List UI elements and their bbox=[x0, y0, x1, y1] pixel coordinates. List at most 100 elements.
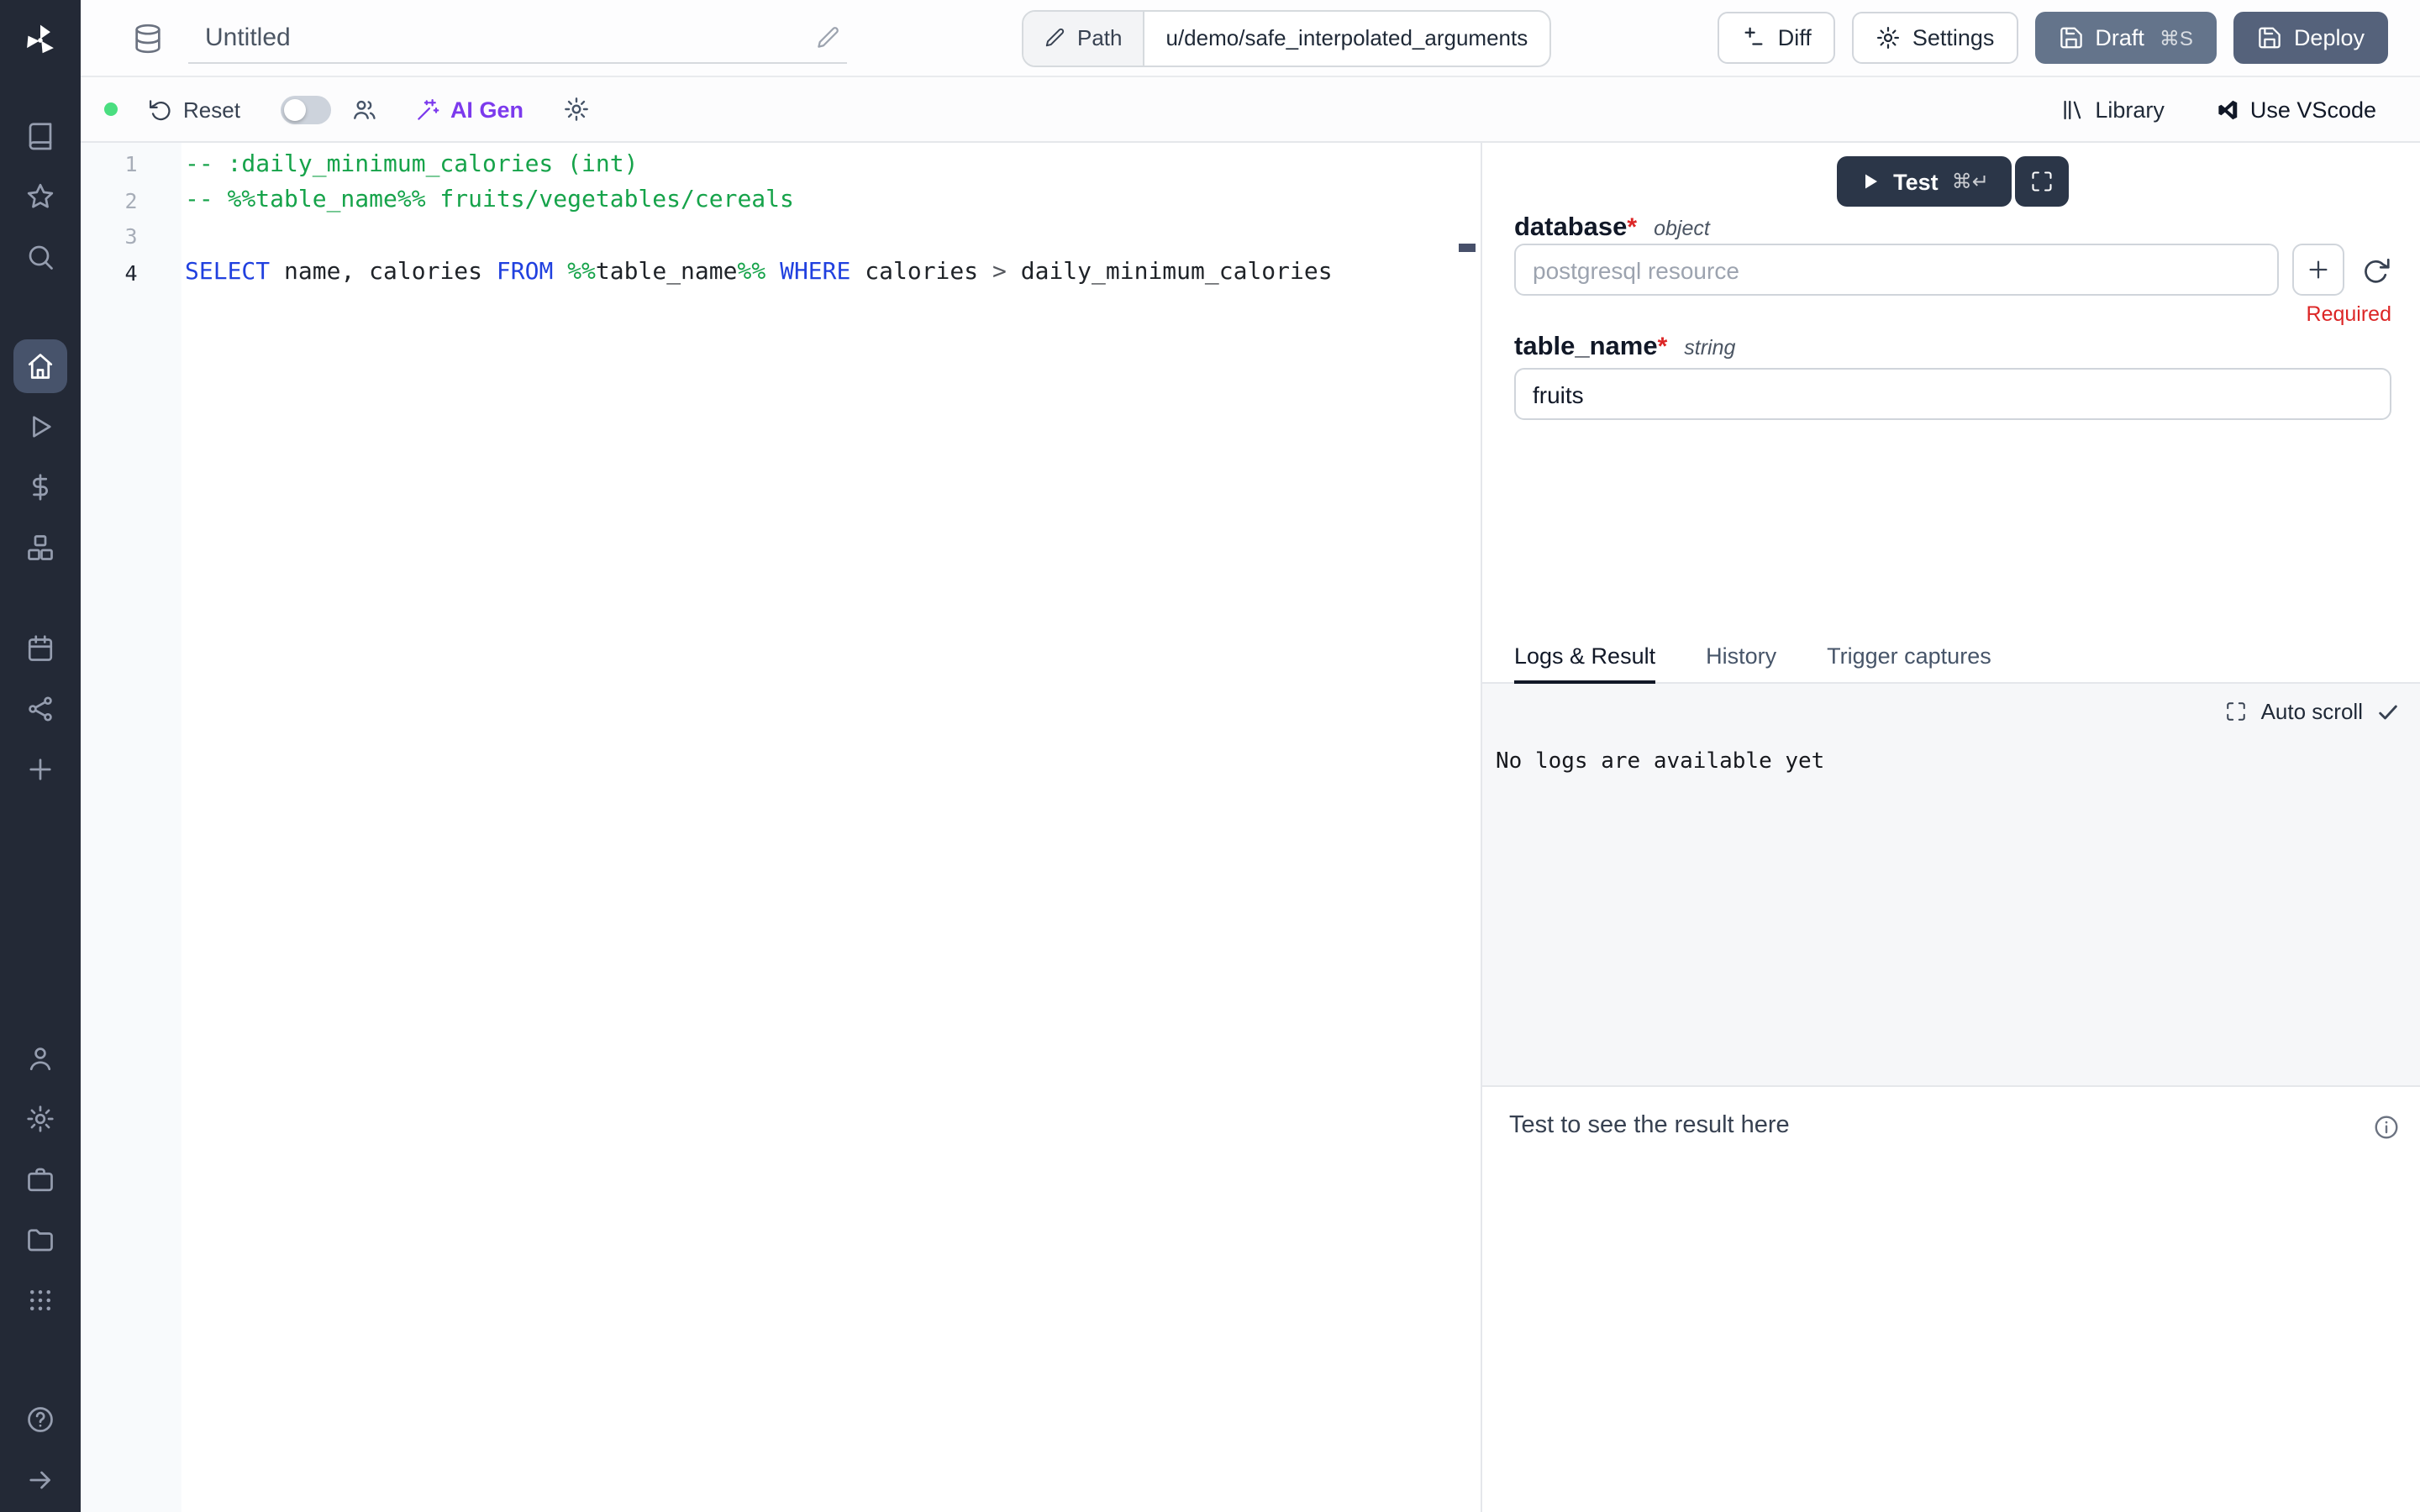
ai-gen-label: AI Gen bbox=[450, 97, 523, 122]
overview-ruler-marker bbox=[1459, 244, 1476, 252]
path-edit-button[interactable]: Path bbox=[1023, 11, 1144, 65]
library-icon bbox=[2060, 97, 2085, 122]
docs-icon bbox=[25, 121, 55, 151]
table-name-input[interactable] bbox=[1514, 368, 2391, 420]
diff-label: Diff bbox=[1778, 25, 1812, 50]
toggle-switch[interactable] bbox=[281, 95, 331, 123]
sidebar-item-add[interactable] bbox=[13, 743, 67, 796]
sidebar-item-runs[interactable] bbox=[13, 400, 67, 454]
sidebar-item-collapse[interactable] bbox=[13, 1453, 67, 1507]
code-line-4[interactable]: 4SELECT name, calories FROM %%table_name… bbox=[81, 255, 1481, 291]
content: 1-- :daily_minimum_calories (int)2-- %%t… bbox=[81, 143, 2420, 1512]
ai-gen-button[interactable]: AI Gen bbox=[415, 97, 523, 122]
sidebar bbox=[0, 0, 81, 1512]
windmill-logo[interactable] bbox=[13, 13, 67, 67]
use-vscode-label: Use VScode bbox=[2250, 97, 2376, 122]
edit-title-icon[interactable] bbox=[815, 24, 840, 50]
database-field-row bbox=[1514, 244, 2391, 296]
sidebar-group-2 bbox=[13, 622, 67, 796]
sidebar-item-user[interactable] bbox=[13, 1032, 67, 1085]
star-icon bbox=[25, 181, 55, 212]
code-editor[interactable]: 1-- :daily_minimum_calories (int)2-- %%t… bbox=[81, 143, 1481, 1512]
sidebar-item-variables[interactable] bbox=[13, 460, 67, 514]
editor-toolbar: Reset AI Gen bbox=[81, 77, 2420, 143]
sidebar-item-workers[interactable] bbox=[13, 1152, 67, 1206]
refresh-icon[interactable] bbox=[2361, 255, 2391, 285]
settings-icon bbox=[25, 1104, 55, 1134]
expand-logs-icon[interactable] bbox=[2226, 701, 2248, 722]
sidebar-item-search[interactable] bbox=[13, 230, 67, 284]
run-panel: Test ⌘↵ database* object bbox=[1481, 143, 2420, 1512]
info-icon[interactable] bbox=[2373, 1114, 2400, 1141]
code-line-3[interactable]: 3 bbox=[81, 218, 1481, 255]
sidebar-item-home[interactable] bbox=[13, 339, 67, 393]
check-icon[interactable] bbox=[2376, 700, 2400, 723]
result-area: Test to see the result here bbox=[1482, 1085, 2420, 1512]
draft-shortcut: ⌘S bbox=[2160, 26, 2193, 50]
library-button[interactable]: Library bbox=[2060, 97, 2165, 122]
use-vscode-button[interactable]: Use VScode bbox=[2215, 97, 2376, 122]
sidebar-item-flows[interactable] bbox=[13, 682, 67, 736]
collapse-icon bbox=[25, 1465, 55, 1495]
flows-icon bbox=[25, 694, 55, 724]
resources-icon bbox=[25, 533, 55, 563]
sidebar-item-folders[interactable] bbox=[13, 1213, 67, 1267]
page: Untitled Path u/demo/safe_interpolated_a… bbox=[0, 0, 2420, 1512]
script-title-field[interactable]: Untitled bbox=[188, 12, 847, 64]
deploy-button[interactable]: Deploy bbox=[2233, 12, 2388, 64]
logs-empty-message: No logs are available yet bbox=[1482, 749, 2420, 774]
settings-button[interactable]: Settings bbox=[1852, 12, 2018, 64]
expand-test-button[interactable] bbox=[2016, 156, 2070, 207]
tab-logs-result[interactable]: Logs & Result bbox=[1514, 630, 1655, 684]
schedules-icon bbox=[25, 633, 55, 664]
field-label: database bbox=[1514, 213, 1627, 244]
line-number: 1 bbox=[81, 152, 182, 177]
required-asterisk: * bbox=[1658, 333, 1668, 361]
test-button[interactable]: Test ⌘↵ bbox=[1836, 156, 2012, 207]
sidebar-item-help[interactable] bbox=[13, 1393, 67, 1446]
toggle-knob bbox=[284, 98, 306, 120]
search-icon bbox=[25, 242, 55, 272]
reset-button[interactable]: Reset bbox=[148, 97, 240, 122]
tab-trigger-captures[interactable]: Trigger captures bbox=[1827, 630, 1991, 684]
users-icon[interactable] bbox=[351, 96, 378, 123]
logs-area: Auto scroll No logs are available yet bbox=[1482, 684, 2420, 1085]
app-window: Untitled Path u/demo/safe_interpolated_a… bbox=[0, 0, 2420, 1512]
save-icon bbox=[2257, 25, 2282, 50]
sidebar-item-docs[interactable] bbox=[13, 109, 67, 163]
diff-button[interactable]: Diff bbox=[1718, 12, 1835, 64]
code-line-2[interactable]: 2-- %%table_name%% fruits/vegetables/cer… bbox=[81, 182, 1481, 218]
database-input[interactable] bbox=[1514, 244, 2279, 296]
path-value[interactable]: u/demo/safe_interpolated_arguments bbox=[1144, 11, 1550, 65]
sidebar-item-groups[interactable] bbox=[13, 1273, 67, 1327]
sidebar-item-resources[interactable] bbox=[13, 521, 67, 575]
user-icon bbox=[25, 1043, 55, 1074]
table-name-field-row bbox=[1514, 368, 2391, 420]
field-type: object bbox=[1654, 217, 1710, 240]
tab-history[interactable]: History bbox=[1706, 630, 1776, 684]
field-type: string bbox=[1684, 336, 1735, 360]
sidebar-item-schedules[interactable] bbox=[13, 622, 67, 675]
sidebar-group-4 bbox=[13, 1393, 67, 1507]
path-label: Path bbox=[1077, 25, 1123, 50]
sidebar-group-1 bbox=[13, 339, 67, 575]
path-control[interactable]: Path u/demo/safe_interpolated_arguments bbox=[1022, 9, 1551, 66]
sidebar-group-0 bbox=[13, 109, 67, 284]
auto-scroll-label[interactable]: Auto scroll bbox=[2261, 699, 2363, 724]
required-asterisk: * bbox=[1627, 213, 1637, 242]
sidebar-item-star[interactable] bbox=[13, 170, 67, 223]
code-text: -- %%table_name%% fruits/vegetables/cere… bbox=[182, 187, 794, 214]
code-text: -- :daily_minimum_calories (int) bbox=[182, 151, 638, 178]
code-text: SELECT name, calories FROM %%table_name%… bbox=[182, 260, 1333, 286]
add-resource-button[interactable] bbox=[2292, 244, 2344, 296]
diff-icon bbox=[1741, 25, 1766, 50]
test-section: Test ⌘↵ database* object bbox=[1482, 143, 2420, 630]
sidebar-item-settings[interactable] bbox=[13, 1092, 67, 1146]
test-shortcut: ⌘↵ bbox=[1952, 170, 1989, 193]
editor-settings-icon[interactable] bbox=[564, 96, 591, 123]
table-name-field-label: table_name* string bbox=[1514, 333, 2391, 363]
editor-lines: 1-- :daily_minimum_calories (int)2-- %%t… bbox=[81, 146, 1481, 291]
draft-button[interactable]: Draft ⌘S bbox=[2034, 12, 2217, 64]
line-number: 3 bbox=[81, 224, 182, 249]
code-line-1[interactable]: 1-- :daily_minimum_calories (int) bbox=[81, 146, 1481, 182]
